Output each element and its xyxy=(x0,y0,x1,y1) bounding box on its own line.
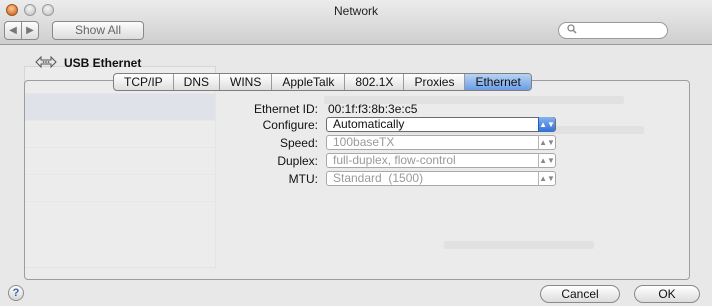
speed-label: Speed: xyxy=(279,136,318,150)
popup-arrows-icon: ▲▼ xyxy=(538,171,555,186)
help-button[interactable]: ? xyxy=(8,285,24,301)
usb-ethernet-icon xyxy=(34,55,58,72)
tab-proxies[interactable]: Proxies xyxy=(404,74,466,90)
popup-arrows-icon: ▲▼ xyxy=(538,135,555,150)
forward-arrow-icon: ▶ xyxy=(26,25,34,36)
duplex-value: full-duplex, flow-control xyxy=(333,153,456,167)
tab-dns[interactable]: DNS xyxy=(174,74,221,90)
duplex-label: Duplex: xyxy=(277,154,318,168)
search-input[interactable] xyxy=(558,22,668,39)
ethernet-id-value: 00:1f:f3:8b:3e:c5 xyxy=(328,102,418,116)
configure-label: Configure: xyxy=(262,118,318,132)
search-icon xyxy=(567,24,577,37)
ethernet-id-label: Ethernet ID: xyxy=(253,102,318,116)
cancel-button[interactable]: Cancel xyxy=(540,285,620,303)
speed-popup[interactable]: 100baseTX ▲▼ xyxy=(326,135,556,150)
tab-wins[interactable]: WINS xyxy=(220,74,273,90)
forward-button[interactable]: ▶ xyxy=(21,21,39,40)
window-title: Network xyxy=(333,4,378,18)
network-preferences-window: Network ◀ ▶ Show All USB Ethernet TCP/IP… xyxy=(0,0,712,306)
back-arrow-icon: ◀ xyxy=(9,25,17,36)
mtu-value: Standard (1500) xyxy=(333,171,424,185)
show-all-button[interactable]: Show All xyxy=(52,21,144,40)
tab-ethernet[interactable]: Ethernet xyxy=(465,74,531,90)
settings-tabs: TCP/IP DNS WINS AppleTalk 802.1X Proxies… xyxy=(113,73,532,91)
tab-802-1x[interactable]: 802.1X xyxy=(345,74,405,90)
configure-value: Automatically xyxy=(333,117,405,131)
popup-arrows-icon: ▲▼ xyxy=(538,117,555,132)
speed-value: 100baseTX xyxy=(333,135,395,149)
tab-tcp-ip[interactable]: TCP/IP xyxy=(114,74,174,90)
popup-arrows-icon: ▲▼ xyxy=(538,153,555,168)
back-button[interactable]: ◀ xyxy=(4,21,22,40)
mtu-popup[interactable]: Standard (1500) ▲▼ xyxy=(326,171,556,186)
help-icon: ? xyxy=(12,287,20,299)
tab-appletalk[interactable]: AppleTalk xyxy=(272,74,346,90)
device-title: USB Ethernet xyxy=(64,56,142,70)
ok-button[interactable]: OK xyxy=(634,285,700,303)
duplex-popup[interactable]: full-duplex, flow-control ▲▼ xyxy=(326,153,556,168)
title-bar: Network ◀ ▶ Show All xyxy=(0,0,712,45)
configure-popup[interactable]: Automatically ▲▼ xyxy=(326,117,556,132)
mtu-label: MTU: xyxy=(288,172,318,186)
